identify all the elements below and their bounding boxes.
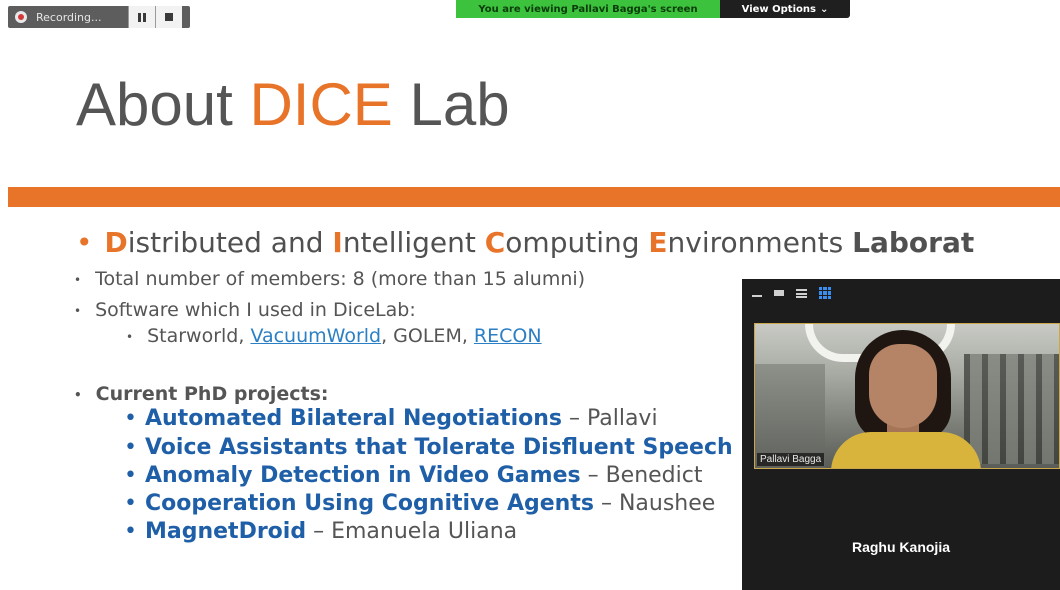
video-toolbar bbox=[752, 287, 831, 299]
project-bullet: • bbox=[124, 463, 137, 488]
project-author: – Emanuela Uliana bbox=[306, 519, 518, 544]
gallery-view-icon[interactable] bbox=[819, 287, 831, 299]
project-title: Automated Bilateral Negotiations bbox=[144, 406, 562, 431]
participant-face bbox=[869, 344, 937, 428]
heading-letter: I bbox=[332, 226, 343, 259]
phd-label-line: • Current PhD projects: bbox=[74, 383, 329, 405]
software-label-line: • Software which I used in DiceLab: bbox=[74, 299, 416, 321]
project-bullet: • bbox=[124, 491, 137, 516]
heading-word: nvironments bbox=[667, 226, 853, 259]
view-options-button[interactable]: View Options ⌄ bbox=[720, 0, 850, 18]
title-post: Lab bbox=[392, 71, 510, 138]
speaker-view-icon[interactable] bbox=[796, 288, 807, 298]
stop-recording-button[interactable] bbox=[155, 6, 182, 28]
title-divider bbox=[8, 187, 1060, 207]
participant-video[interactable]: Pallavi Bagga bbox=[754, 323, 1060, 469]
software-list: • Starworld, VacuumWorld, GOLEM, RECON bbox=[126, 325, 542, 347]
list-item: • Voice Assistants that Tolerate Disfluen… bbox=[124, 435, 764, 460]
project-bullet: • bbox=[124, 435, 137, 460]
list-item: • Cooperation Using Cognitive Agents – Na… bbox=[124, 491, 764, 516]
lab-acronym-heading: • Distributed and Intelligent Computing E… bbox=[76, 226, 1060, 259]
software-text: , GOLEM, bbox=[381, 325, 474, 347]
heading-letter: C bbox=[484, 226, 506, 259]
list-bullet: • bbox=[74, 272, 82, 287]
recording-icon bbox=[15, 11, 27, 23]
heading-letter: D bbox=[104, 226, 128, 259]
project-title: Anomaly Detection in Video Games bbox=[144, 463, 581, 488]
project-bullet: • bbox=[124, 519, 137, 544]
list-bullet: • bbox=[126, 329, 134, 344]
heading-word: istributed and bbox=[127, 226, 333, 259]
recording-bar: Recording... bbox=[8, 6, 190, 28]
project-author: – Benedict bbox=[580, 463, 703, 488]
view-options-label: View Options bbox=[741, 3, 816, 15]
heading-tail: Laborat bbox=[852, 226, 975, 259]
project-bullet: • bbox=[124, 406, 137, 431]
background-shelf bbox=[964, 354, 1059, 464]
title-accent: DICE bbox=[249, 71, 393, 138]
software-text: Starworld, bbox=[147, 325, 251, 347]
minimize-icon[interactable] bbox=[752, 295, 762, 297]
list-item: • Automated Bilateral Negotiations – Pall… bbox=[124, 406, 764, 431]
vacuumworld-link[interactable]: VacuumWorld bbox=[250, 325, 381, 347]
project-title: Cooperation Using Cognitive Agents bbox=[144, 491, 594, 516]
project-author: – Pallavi bbox=[561, 406, 658, 431]
recording-label: Recording... bbox=[36, 10, 102, 24]
project-title: MagnetDroid bbox=[144, 519, 307, 544]
recon-link[interactable]: RECON bbox=[474, 325, 542, 347]
members-line: • Total number of members: 8 (more than 1… bbox=[74, 268, 585, 290]
heading-bullet: • bbox=[76, 226, 93, 259]
project-author: – Naushee bbox=[593, 491, 716, 516]
pause-recording-button[interactable] bbox=[128, 6, 155, 28]
heading-word: ntelligent bbox=[342, 226, 485, 259]
participant-name-tag: Pallavi Bagga bbox=[757, 453, 825, 466]
participant-body bbox=[831, 432, 981, 468]
software-label: Software which I used in DiceLab: bbox=[95, 299, 416, 321]
video-panel: Pallavi Bagga Raghu Kanojia bbox=[742, 279, 1060, 590]
heading-word: omputing bbox=[505, 226, 649, 259]
list-item: • Anomaly Detection in Video Games – Bene… bbox=[124, 463, 764, 488]
title-pre: About bbox=[76, 71, 250, 138]
screen-share-banner: You are viewing Pallavi Bagga's screen V… bbox=[456, 0, 850, 18]
list-bullet: • bbox=[74, 387, 82, 402]
stop-icon bbox=[165, 13, 173, 21]
list-bullet: • bbox=[74, 303, 82, 318]
chevron-down-icon: ⌄ bbox=[819, 3, 829, 15]
thumbnail-view-icon[interactable] bbox=[774, 290, 784, 296]
pause-icon bbox=[138, 12, 146, 22]
list-item: • MagnetDroid – Emanuela Uliana bbox=[124, 519, 764, 544]
phd-label: Current PhD projects: bbox=[95, 383, 329, 405]
project-title: Voice Assistants that Tolerate Disfluent… bbox=[144, 435, 733, 460]
members-text: Total number of members: 8 (more than 15… bbox=[95, 268, 586, 290]
heading-letter: E bbox=[648, 226, 668, 259]
active-speaker-name: Raghu Kanojia bbox=[851, 539, 950, 555]
viewing-notice: You are viewing Pallavi Bagga's screen bbox=[456, 0, 720, 18]
slide-title: About DICE Lab bbox=[76, 70, 510, 139]
